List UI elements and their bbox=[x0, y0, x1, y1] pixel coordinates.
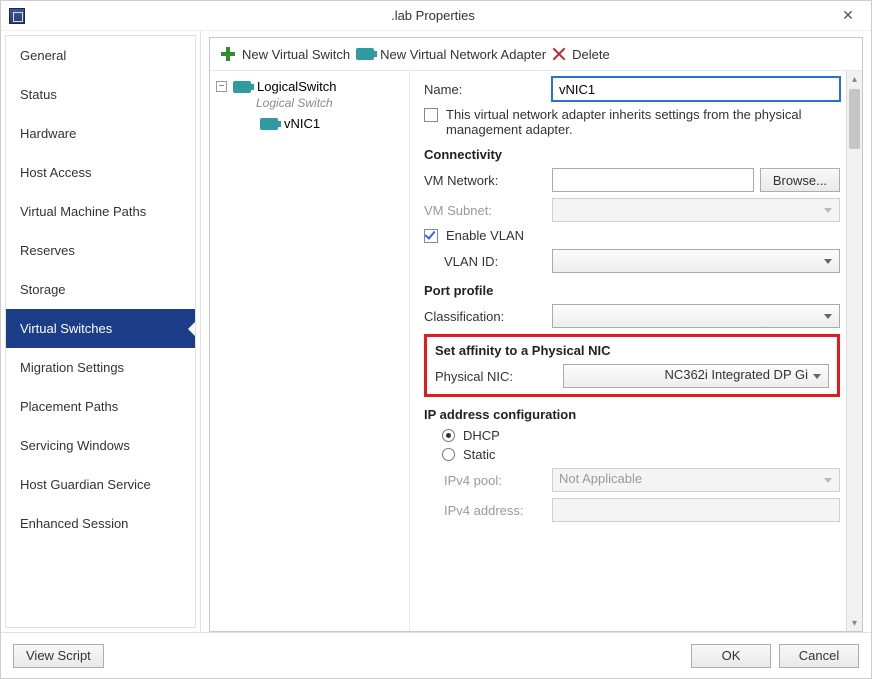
cancel-button[interactable]: Cancel bbox=[779, 644, 859, 668]
inherit-checkbox[interactable] bbox=[424, 108, 438, 122]
toolbar: New Virtual Switch New Virtual Network A… bbox=[210, 38, 862, 70]
inherit-checkbox-row[interactable]: This virtual network adapter inherits se… bbox=[424, 107, 840, 137]
footer: View Script OK Cancel bbox=[1, 632, 871, 678]
sidebar-item-general[interactable]: General bbox=[6, 36, 195, 75]
vlan-id-select[interactable] bbox=[552, 249, 840, 273]
main-area: New Virtual Switch New Virtual Network A… bbox=[201, 31, 871, 632]
classification-select[interactable] bbox=[552, 304, 840, 328]
vlan-id-label: VLAN ID: bbox=[424, 254, 552, 269]
sidebar-item-servicing-windows[interactable]: Servicing Windows bbox=[6, 426, 195, 465]
sidebar-item-vm-paths[interactable]: Virtual Machine Paths bbox=[6, 192, 195, 231]
static-radio[interactable] bbox=[442, 448, 455, 461]
sidebar-item-virtual-switches[interactable]: Virtual Switches bbox=[6, 309, 195, 348]
adapter-icon bbox=[260, 118, 278, 130]
body: General Status Hardware Host Access Virt… bbox=[1, 31, 871, 632]
sidebar: General Status Hardware Host Access Virt… bbox=[1, 31, 201, 632]
dhcp-label: DHCP bbox=[463, 428, 500, 443]
network-adapter-icon bbox=[356, 48, 374, 60]
name-input[interactable] bbox=[552, 77, 840, 101]
ip-config-heading: IP address configuration bbox=[424, 407, 840, 422]
tree-switch-node[interactable]: − LogicalSwitch bbox=[214, 77, 405, 96]
new-virtual-adapter-button[interactable]: New Virtual Network Adapter bbox=[356, 47, 546, 62]
port-profile-heading: Port profile bbox=[424, 283, 840, 298]
close-icon[interactable]: ✕ bbox=[833, 7, 863, 24]
ipv4-address-input bbox=[552, 498, 840, 522]
sidebar-item-placement-paths[interactable]: Placement Paths bbox=[6, 387, 195, 426]
plus-icon bbox=[220, 46, 236, 62]
classification-label: Classification: bbox=[424, 309, 552, 324]
physical-nic-label: Physical NIC: bbox=[435, 369, 563, 384]
affinity-heading: Set affinity to a Physical NIC bbox=[435, 343, 829, 358]
vm-subnet-select bbox=[552, 198, 840, 222]
delete-label: Delete bbox=[572, 47, 610, 62]
scroll-thumb[interactable] bbox=[849, 89, 860, 149]
vm-subnet-label: VM Subnet: bbox=[424, 203, 552, 218]
titlebar: .lab Properties ✕ bbox=[1, 1, 871, 31]
sidebar-item-enhanced-session[interactable]: Enhanced Session bbox=[6, 504, 195, 543]
sidebar-item-host-guardian[interactable]: Host Guardian Service bbox=[6, 465, 195, 504]
tree-switch-label: LogicalSwitch bbox=[257, 79, 337, 94]
name-label: Name: bbox=[424, 82, 552, 97]
new-adapter-label: New Virtual Network Adapter bbox=[380, 47, 546, 62]
sidebar-item-storage[interactable]: Storage bbox=[6, 270, 195, 309]
delete-icon bbox=[552, 47, 566, 61]
vm-network-input[interactable] bbox=[552, 168, 754, 192]
form-scrollbar[interactable]: ▴ ▾ bbox=[846, 71, 862, 631]
content-row: − LogicalSwitch Logical Switch vNIC1 bbox=[210, 70, 862, 631]
new-switch-label: New Virtual Switch bbox=[242, 47, 350, 62]
browse-button[interactable]: Browse... bbox=[760, 168, 840, 192]
connectivity-heading: Connectivity bbox=[424, 147, 840, 162]
static-radio-row[interactable]: Static bbox=[424, 447, 840, 462]
switch-icon bbox=[233, 81, 251, 93]
new-virtual-switch-button[interactable]: New Virtual Switch bbox=[220, 46, 350, 62]
ipv4-address-label: IPv4 address: bbox=[424, 503, 552, 518]
sidebar-item-migration-settings[interactable]: Migration Settings bbox=[6, 348, 195, 387]
form-panel: Name: This virtual network adapter inher… bbox=[410, 71, 862, 631]
dhcp-radio-row[interactable]: DHCP bbox=[424, 428, 840, 443]
sidebar-item-status[interactable]: Status bbox=[6, 75, 195, 114]
sidebar-item-host-access[interactable]: Host Access bbox=[6, 153, 195, 192]
ok-button[interactable]: OK bbox=[691, 644, 771, 668]
view-script-button[interactable]: View Script bbox=[13, 644, 104, 668]
affinity-highlight: Set affinity to a Physical NIC Physical … bbox=[424, 334, 840, 397]
app-icon bbox=[9, 8, 25, 24]
enable-vlan-label: Enable VLAN bbox=[446, 228, 524, 243]
properties-dialog: .lab Properties ✕ General Status Hardwar… bbox=[0, 0, 872, 679]
physical-nic-select[interactable]: NC362i Integrated DP Gi bbox=[563, 364, 829, 388]
static-label: Static bbox=[463, 447, 496, 462]
ipv4-pool-select: Not Applicable bbox=[552, 468, 840, 492]
enable-vlan-row[interactable]: Enable VLAN bbox=[424, 228, 840, 243]
sidebar-item-hardware[interactable]: Hardware bbox=[6, 114, 195, 153]
tree-switch-subtitle: Logical Switch bbox=[214, 96, 405, 110]
inherit-label: This virtual network adapter inherits se… bbox=[446, 107, 840, 137]
vm-network-label: VM Network: bbox=[424, 173, 552, 188]
scroll-down-icon[interactable]: ▾ bbox=[847, 615, 862, 631]
enable-vlan-checkbox[interactable] bbox=[424, 229, 438, 243]
ipv4-pool-label: IPv4 pool: bbox=[424, 473, 552, 488]
tree-expander-icon[interactable]: − bbox=[216, 81, 227, 92]
scroll-up-icon[interactable]: ▴ bbox=[847, 71, 862, 87]
switch-tree: − LogicalSwitch Logical Switch vNIC1 bbox=[210, 71, 410, 631]
tree-adapter-label: vNIC1 bbox=[284, 116, 320, 131]
dhcp-radio[interactable] bbox=[442, 429, 455, 442]
delete-button[interactable]: Delete bbox=[552, 47, 610, 62]
tree-adapter-node[interactable]: vNIC1 bbox=[214, 116, 405, 131]
sidebar-item-reserves[interactable]: Reserves bbox=[6, 231, 195, 270]
window-title: .lab Properties bbox=[33, 8, 833, 23]
